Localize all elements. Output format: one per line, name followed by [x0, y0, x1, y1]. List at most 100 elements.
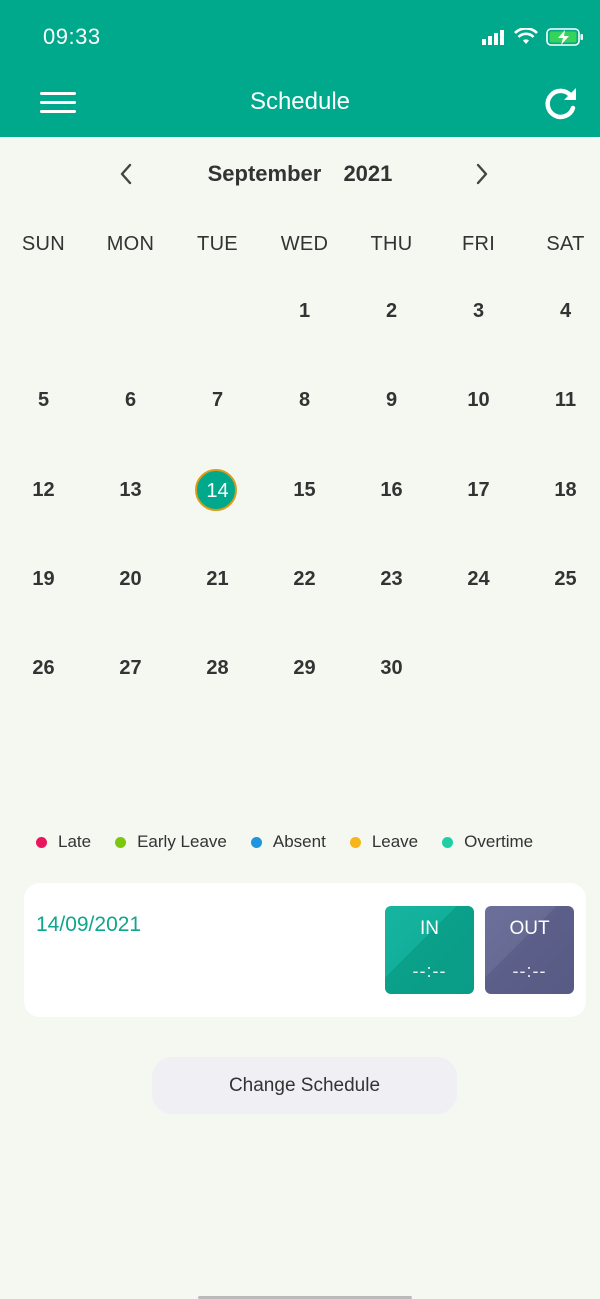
month-label: September — [207, 161, 322, 186]
clock-out-time: --:-- — [512, 961, 547, 981]
app-header: 09:33 Schedule — [0, 0, 600, 137]
legend-item: Leave — [349, 832, 419, 852]
weekday-label: SUN — [21, 233, 66, 255]
month-navigation: September 2021 — [0, 155, 600, 195]
clock-out-button[interactable]: OUT --:-- — [485, 906, 574, 994]
legend-dot-icon — [36, 836, 47, 848]
refresh-icon — [545, 88, 576, 120]
calendar-day-number: 10 — [467, 389, 490, 411]
calendar-day[interactable]: 12 — [0, 468, 87, 512]
calendar-day-number: 12 — [32, 479, 55, 501]
calendar-day[interactable]: 26 — [0, 646, 87, 690]
wifi-icon — [514, 28, 538, 44]
calendar-day-number: 14 — [206, 480, 229, 502]
calendar-day[interactable]: 15 — [261, 468, 348, 512]
calendar-day[interactable]: 23 — [348, 557, 435, 601]
next-month-button[interactable] — [468, 159, 496, 189]
chevron-right-icon — [476, 163, 488, 185]
calendar-day-number: 1 — [298, 300, 311, 322]
calendar-day-number: 5 — [37, 389, 50, 411]
calendar-day[interactable]: 16 — [348, 468, 435, 512]
calendar-day[interactable]: 25 — [522, 557, 600, 601]
calendar-day-number: 29 — [293, 657, 316, 679]
calendar-day[interactable]: 9 — [348, 378, 435, 422]
calendar-day[interactable]: 6 — [87, 378, 174, 422]
clock-out-label: OUT — [509, 918, 550, 939]
calendar-day[interactable]: 11 — [522, 378, 600, 422]
year-label: 2021 — [343, 161, 393, 186]
legend-item: Late — [36, 832, 91, 852]
clock-in-time: --:-- — [412, 961, 447, 981]
legend-item: Early Leave — [115, 832, 227, 852]
legend-dot-icon — [442, 836, 454, 848]
weekday-label: WED — [280, 233, 329, 255]
calendar-day-number: 4 — [559, 300, 572, 322]
calendar-day-number: 16 — [380, 479, 403, 501]
change-schedule-button[interactable]: Change Schedule — [152, 1057, 457, 1114]
calendar-day[interactable]: 28 — [174, 646, 261, 690]
calendar-day[interactable]: 10 — [435, 378, 522, 422]
calendar-day[interactable]: 13 — [87, 468, 174, 512]
calendar-day-number: 21 — [206, 568, 229, 590]
status-legend: Late Early Leave Absent Leave Overtime — [36, 830, 557, 854]
calendar-day-number: 15 — [293, 479, 316, 501]
calendar-day-number: 22 — [293, 568, 316, 590]
legend-dot-icon — [115, 836, 127, 848]
calendar-day-selected[interactable]: 14 — [174, 468, 261, 512]
calendar-day-number: 30 — [380, 657, 403, 679]
calendar-day[interactable]: 3 — [435, 289, 522, 333]
signal-icon — [482, 30, 504, 45]
calendar-day[interactable]: 20 — [87, 557, 174, 601]
calendar-day[interactable]: 27 — [87, 646, 174, 690]
clock-in-button[interactable]: IN --:-- — [385, 906, 474, 994]
weekday-label: MON — [106, 233, 155, 255]
calendar-day[interactable]: 7 — [174, 378, 261, 422]
clock-in-label: IN — [420, 918, 439, 939]
calendar-day-number: 24 — [467, 568, 490, 590]
calendar-day[interactable]: 8 — [261, 378, 348, 422]
calendar-day-number: 2 — [385, 300, 398, 322]
calendar-day[interactable]: 21 — [174, 557, 261, 601]
calendar-day-number: 20 — [119, 568, 142, 590]
calendar-day[interactable]: 18 — [522, 468, 600, 512]
calendar-day[interactable]: 1 — [261, 289, 348, 333]
legend-dot-icon — [250, 836, 262, 848]
calendar-day-number: 26 — [32, 657, 55, 679]
page-title: Schedule — [249, 88, 351, 115]
status-time: 09:33 — [43, 24, 101, 49]
calendar-day-number: 25 — [554, 568, 577, 590]
calendar-day[interactable]: 22 — [261, 557, 348, 601]
calendar-day[interactable]: 29 — [261, 646, 348, 690]
calendar-day-number: 6 — [124, 389, 137, 411]
legend-label: Absent — [272, 832, 326, 851]
calendar-day-number: 18 — [554, 479, 577, 501]
weekday-label: FRI — [461, 233, 496, 255]
calendar-day[interactable]: 4 — [522, 289, 600, 333]
calendar-day[interactable]: 19 — [0, 557, 87, 601]
legend-item: Overtime — [442, 832, 533, 852]
calendar-day-number: 8 — [298, 389, 311, 411]
calendar-day[interactable]: 30 — [348, 646, 435, 690]
calendar-day[interactable]: 17 — [435, 468, 522, 512]
legend-label: Early Leave — [137, 832, 227, 851]
calendar-day[interactable]: 2 — [348, 289, 435, 333]
weekday-label: TUE — [197, 233, 238, 255]
calendar-day-number: 9 — [385, 389, 398, 411]
calendar-day[interactable]: 5 — [0, 378, 87, 422]
refresh-button[interactable] — [542, 86, 580, 122]
calendar-day-number: 19 — [32, 568, 55, 590]
legend-item: Absent — [250, 832, 326, 852]
calendar-day-number: 17 — [467, 479, 490, 501]
attendance-card: 14/09/2021 IN --:-- OUT --:-- — [24, 883, 586, 1017]
month-year-label: September 2021 — [0, 161, 600, 187]
legend-label: Late — [58, 832, 92, 851]
weekday-header-row: SUN MON TUE WED THU FRI SAT — [0, 233, 600, 261]
calendar-day[interactable]: 24 — [435, 557, 522, 601]
legend-label: Leave — [371, 832, 419, 851]
calendar-day-number: 11 — [554, 389, 577, 411]
calendar-day-number: 27 — [119, 657, 142, 679]
legend-label: Overtime — [464, 832, 534, 851]
calendar-day-number: 28 — [206, 657, 229, 679]
status-icons — [482, 24, 584, 50]
selected-date: 14/09/2021 — [36, 913, 142, 936]
